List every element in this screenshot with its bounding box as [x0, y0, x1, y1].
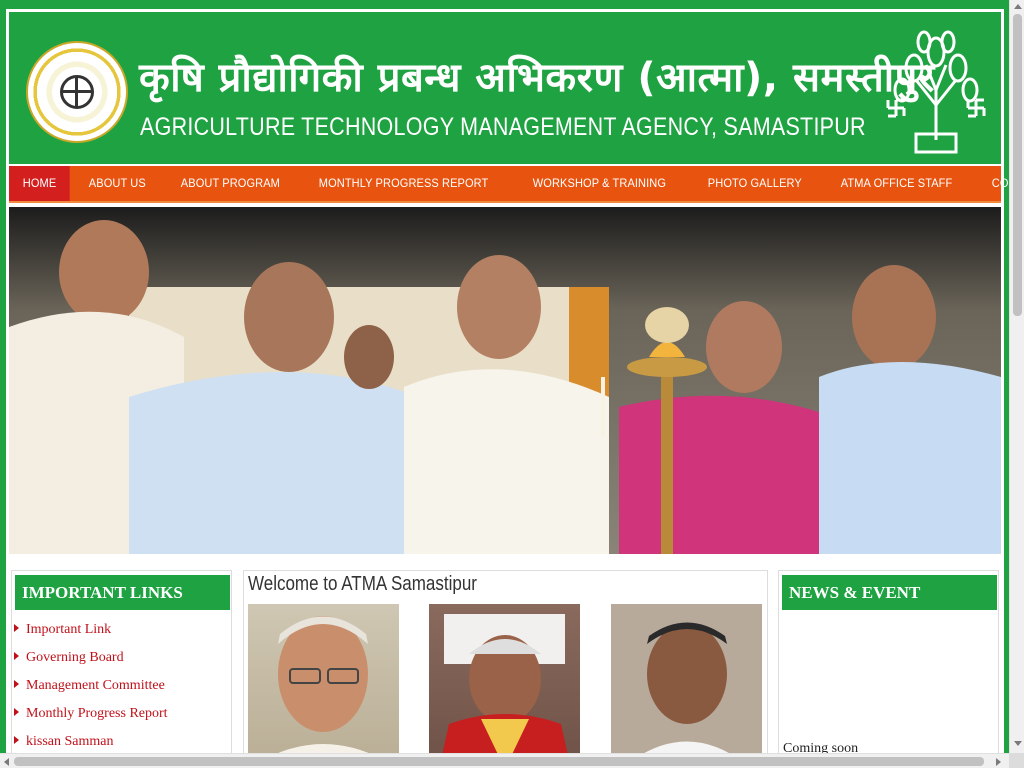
bullet-arrow-icon [14, 680, 19, 688]
bullet-arrow-icon [14, 708, 19, 716]
link-important-link[interactable]: Important Link [26, 622, 111, 637]
site-header: कृषि प्रौद्योगिकी प्रबन्ध अभिकरण (आत्मा)… [9, 12, 1001, 164]
nav-item-about-program[interactable]: ABOUT PROGRAM [167, 166, 294, 201]
scrollbar-thumb[interactable] [14, 757, 984, 766]
nav-item-home[interactable]: HOME [9, 166, 71, 201]
scroll-right-icon[interactable] [996, 758, 1001, 766]
important-links-panel: IMPORTANT LINKS Important Link Governing… [11, 570, 232, 768]
portrait-photo-icon [611, 604, 762, 768]
scrollbar-thumb[interactable] [1013, 14, 1022, 316]
nav-item-about-us[interactable]: ABOUT US [75, 166, 160, 201]
nav-item-workshop-training[interactable]: WORKSHOP & TRAINING [519, 166, 680, 201]
lamp-lighting-ceremony-photo-icon [9, 207, 1001, 554]
site-title-hindi: कृषि प्रौद्योगिकी प्रबन्ध अभिकरण (आत्मा)… [139, 55, 935, 101]
welcome-heading: Welcome to ATMA Samastipur [248, 573, 477, 595]
bullet-arrow-icon [14, 624, 19, 632]
bodhi-tree-emblem-icon [886, 30, 986, 154]
portrait-photo-3 [611, 604, 762, 768]
site-title-english: AGRICULTURE TECHNOLOGY MANAGEMENT AGENCY… [140, 113, 866, 141]
scroll-down-icon[interactable] [1014, 741, 1022, 746]
main-nav: HOME ABOUT US ABOUT PROGRAM MONTHLY PROG… [9, 166, 1024, 203]
nav-item-photo-gallery[interactable]: PHOTO GALLERY [694, 166, 816, 201]
link-monthly-progress-report[interactable]: Monthly Progress Report [26, 706, 168, 721]
list-item[interactable]: Monthly Progress Report [12, 703, 233, 731]
list-item[interactable]: Important Link [12, 619, 233, 647]
welcome-panel: Welcome to ATMA Samastipur [243, 570, 768, 768]
nav-item-atma-office-staff[interactable]: ATMA OFFICE STAFF [827, 166, 966, 201]
bullet-arrow-icon [14, 736, 19, 744]
link-management-committee[interactable]: Management Committee [26, 678, 165, 693]
link-kissan-samman[interactable]: kissan Samman [26, 734, 114, 749]
portrait-photo-icon [249, 616, 398, 768]
government-seal-emblem-icon [26, 41, 128, 143]
portrait-photo-2 [429, 604, 580, 768]
list-item[interactable]: Management Committee [12, 675, 233, 703]
link-governing-board[interactable]: Governing Board [26, 650, 124, 665]
news-event-panel: NEWS & EVENT Coming soon [778, 570, 999, 768]
important-links-list: Important Link Governing Board Managemen… [12, 619, 233, 759]
scrollbar-corner [1009, 753, 1024, 768]
portrait-photo-icon [439, 614, 571, 768]
news-event-heading: NEWS & EVENT [782, 575, 997, 610]
portrait-photo-1 [248, 604, 399, 768]
bullet-arrow-icon [14, 652, 19, 660]
important-links-heading: IMPORTANT LINKS [15, 575, 230, 610]
nav-item-monthly-progress-report[interactable]: MONTHLY PROGRESS REPORT [305, 166, 502, 201]
scroll-left-icon[interactable] [4, 758, 9, 766]
list-item[interactable]: Governing Board [12, 647, 233, 675]
scroll-up-icon[interactable] [1014, 4, 1022, 9]
horizontal-scrollbar[interactable] [0, 753, 1009, 768]
hero-banner [9, 207, 1001, 554]
vertical-scrollbar[interactable] [1009, 0, 1024, 768]
